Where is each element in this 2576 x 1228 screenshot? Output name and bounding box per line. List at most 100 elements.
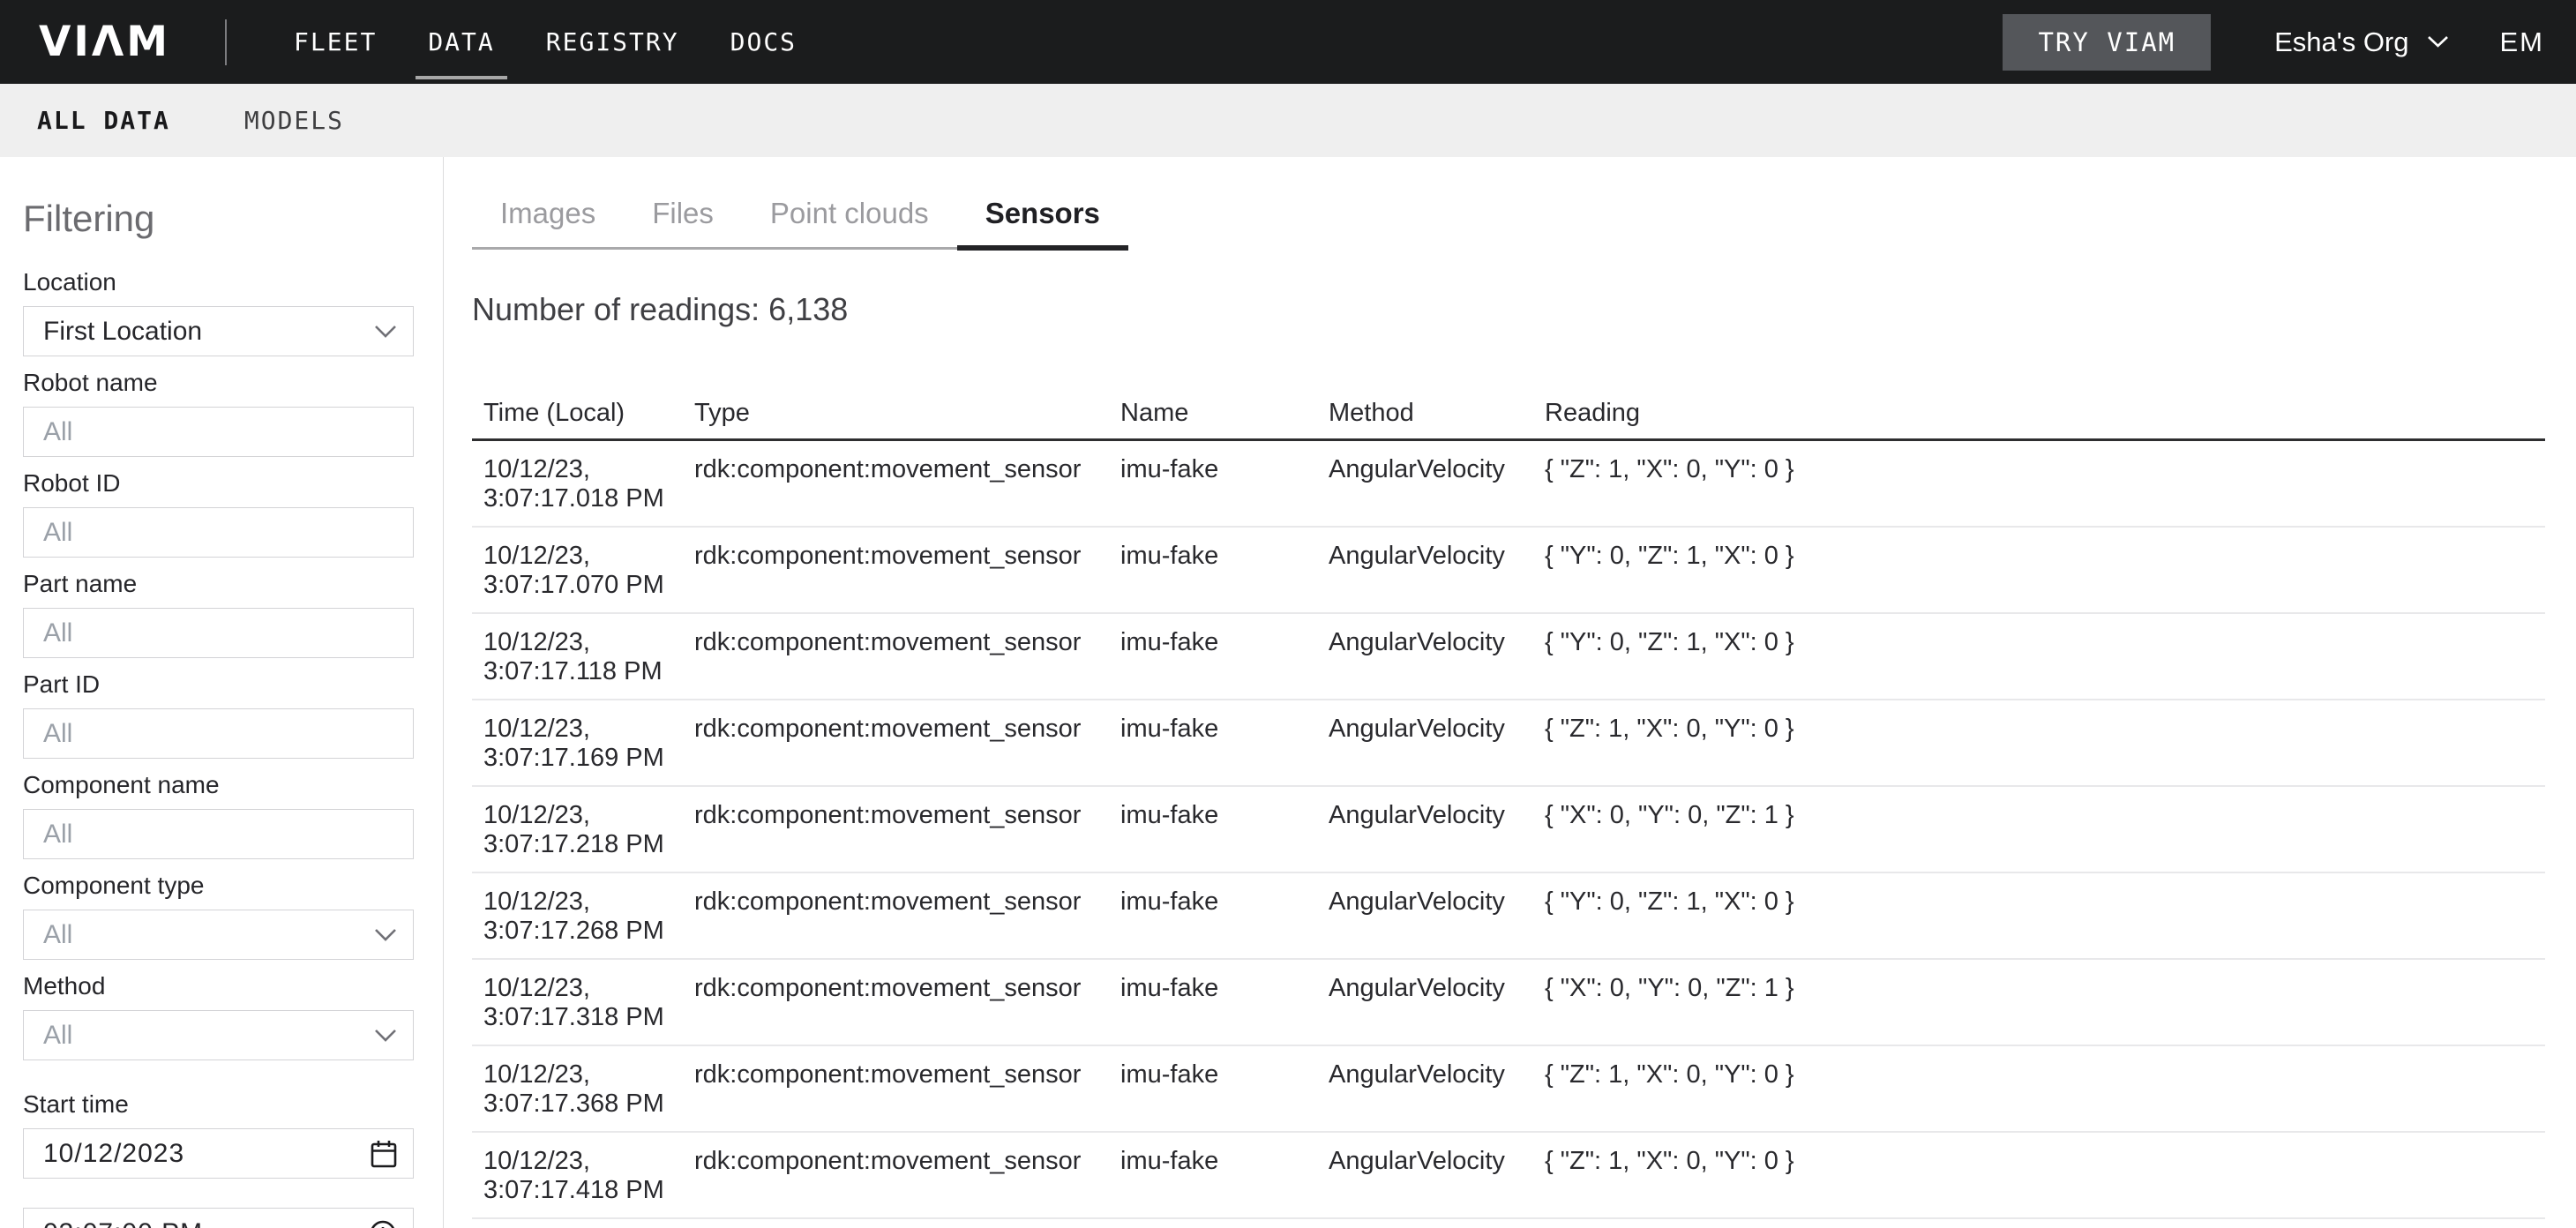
filter-group-robot-id: Robot ID: [23, 468, 414, 558]
chevron-down-icon: [374, 325, 397, 339]
component-type-label: Component type: [23, 871, 414, 901]
tab-sensors[interactable]: Sensors: [957, 196, 1128, 250]
robot-id-input[interactable]: [23, 507, 414, 558]
name-cell: imu-fake: [1109, 786, 1317, 872]
nav-item-fleet[interactable]: FLEET: [294, 27, 377, 56]
type-cell: rdk:component:movement_sensor: [683, 613, 1109, 700]
nav-divider: [225, 19, 227, 65]
org-name: Esha's Org: [2274, 26, 2408, 58]
time-cell: 10/12/23,3:07:17.318 PM: [472, 959, 683, 1045]
col-header-type: Type: [683, 398, 1109, 440]
table-row: 10/12/23,3:07:17.169 PMrdk:component:mov…: [472, 700, 2545, 786]
subnav: ALL DATA MODELS: [0, 84, 2576, 157]
time-cell: 10/12/23,3:07:17.368 PM: [472, 1045, 683, 1132]
primary-nav: FLEET DATA REGISTRY DOCS: [294, 27, 797, 56]
name-cell: imu-fake: [1109, 527, 1317, 613]
col-header-method: Method: [1317, 398, 1533, 440]
table-row: 10/12/23,3:07:17.018 PMrdk:component:mov…: [472, 440, 2545, 527]
name-cell: imu-fake: [1109, 1045, 1317, 1132]
part-id-label: Part ID: [23, 670, 414, 700]
filter-sidebar: Filtering Location First Location Robot …: [0, 157, 444, 1228]
component-name-input[interactable]: [23, 809, 414, 859]
table-row: 10/12/23,3:07:17.418 PMrdk:component:mov…: [472, 1132, 2545, 1218]
method-cell: AngularVelocity: [1317, 959, 1533, 1045]
reading-cell: { "Y": 0, "Z": 1, "X": 0 }: [1533, 527, 2545, 613]
start-date-input[interactable]: 10/12/2023: [23, 1128, 414, 1179]
method-select-value: All: [43, 1021, 72, 1051]
name-cell: imu-fake: [1109, 959, 1317, 1045]
tab-models[interactable]: MODELS: [244, 106, 344, 135]
name-cell: imu-fake: [1109, 440, 1317, 527]
component-name-label: Component name: [23, 770, 414, 800]
tab-point-clouds[interactable]: Point clouds: [742, 196, 957, 250]
filter-group-robot-name: Robot name: [23, 368, 414, 457]
try-viam-button[interactable]: TRY VIAM: [2003, 14, 2211, 71]
method-select[interactable]: All: [23, 1010, 414, 1060]
sensor-table-body: 10/12/23,3:07:17.018 PMrdk:component:mov…: [472, 440, 2545, 1218]
data-type-tabs: Images Files Point clouds Sensors: [472, 196, 1128, 250]
chevron-down-icon: [374, 1029, 397, 1043]
method-cell: AngularVelocity: [1317, 1045, 1533, 1132]
type-cell: rdk:component:movement_sensor: [683, 1132, 1109, 1218]
robot-name-label: Robot name: [23, 368, 414, 398]
filter-group-part-id: Part ID: [23, 670, 414, 759]
method-cell: AngularVelocity: [1317, 527, 1533, 613]
start-time-input[interactable]: 03:07:00 PM: [23, 1208, 414, 1228]
method-cell: AngularVelocity: [1317, 786, 1533, 872]
reading-cell: { "Z": 1, "X": 0, "Y": 0 }: [1533, 440, 2545, 527]
table-row: 10/12/23,3:07:17.318 PMrdk:component:mov…: [472, 959, 2545, 1045]
nav-item-data[interactable]: DATA: [428, 27, 494, 56]
filter-group-component-name: Component name: [23, 770, 414, 859]
name-cell: imu-fake: [1109, 613, 1317, 700]
table-row: 10/12/23,3:07:17.218 PMrdk:component:mov…: [472, 786, 2545, 872]
part-id-input[interactable]: [23, 708, 414, 759]
method-cell: AngularVelocity: [1317, 700, 1533, 786]
table-row: 10/12/23,3:07:17.368 PMrdk:component:mov…: [472, 1045, 2545, 1132]
location-label: Location: [23, 267, 414, 297]
nav-right: TRY VIAM Esha's Org EM: [2003, 14, 2544, 71]
time-cell: 10/12/23,3:07:17.018 PM: [472, 440, 683, 527]
user-avatar[interactable]: EM: [2500, 26, 2545, 58]
tab-images[interactable]: Images: [472, 196, 624, 250]
part-name-input[interactable]: [23, 608, 414, 658]
clock-icon[interactable]: [369, 1219, 397, 1228]
nav-item-docs[interactable]: DOCS: [730, 27, 797, 56]
table-row: 10/12/23,3:07:17.070 PMrdk:component:mov…: [472, 527, 2545, 613]
col-header-time: Time (Local): [472, 398, 683, 440]
start-time-label: Start time: [23, 1089, 414, 1119]
sensor-readings-table: Time (Local) Type Name Method Reading 10…: [472, 398, 2545, 1219]
type-cell: rdk:component:movement_sensor: [683, 527, 1109, 613]
tab-files[interactable]: Files: [624, 196, 742, 250]
reading-cell: { "Z": 1, "X": 0, "Y": 0 }: [1533, 700, 2545, 786]
filter-group-component-type: Component type All: [23, 871, 414, 960]
reading-cell: { "Z": 1, "X": 0, "Y": 0 }: [1533, 1132, 2545, 1218]
robot-name-input[interactable]: [23, 407, 414, 457]
name-cell: imu-fake: [1109, 872, 1317, 959]
method-cell: AngularVelocity: [1317, 1132, 1533, 1218]
time-cell: 10/12/23,3:07:17.218 PM: [472, 786, 683, 872]
readings-value: 6,138: [768, 290, 848, 329]
method-cell: AngularVelocity: [1317, 872, 1533, 959]
tab-all-data[interactable]: ALL DATA: [37, 106, 170, 135]
table-row: 10/12/23,3:07:17.118 PMrdk:component:mov…: [472, 613, 2545, 700]
component-type-select-value: All: [43, 920, 72, 950]
reading-cell: { "X": 0, "Y": 0, "Z": 1 }: [1533, 959, 2545, 1045]
location-select[interactable]: First Location: [23, 306, 414, 356]
robot-id-label: Robot ID: [23, 468, 414, 498]
filtering-title: Filtering: [23, 196, 414, 242]
top-navbar: VIΛM FLEET DATA REGISTRY DOCS TRY VIAM E…: [0, 0, 2576, 84]
time-cell: 10/12/23,3:07:17.268 PM: [472, 872, 683, 959]
time-cell: 10/12/23,3:07:17.169 PM: [472, 700, 683, 786]
method-label: Method: [23, 971, 414, 1001]
name-cell: imu-fake: [1109, 1132, 1317, 1218]
time-cell: 10/12/23,3:07:17.418 PM: [472, 1132, 683, 1218]
org-selector[interactable]: Esha's Org: [2274, 26, 2448, 58]
nav-item-registry[interactable]: REGISTRY: [546, 27, 679, 56]
location-select-value: First Location: [43, 317, 202, 347]
viam-logo[interactable]: VIΛM: [39, 18, 170, 66]
calendar-icon[interactable]: [371, 1140, 397, 1168]
filter-group-location: Location First Location: [23, 267, 414, 356]
component-type-select[interactable]: All: [23, 910, 414, 960]
table-header-row: Time (Local) Type Name Method Reading: [472, 398, 2545, 440]
filter-group-method: Method All: [23, 971, 414, 1060]
